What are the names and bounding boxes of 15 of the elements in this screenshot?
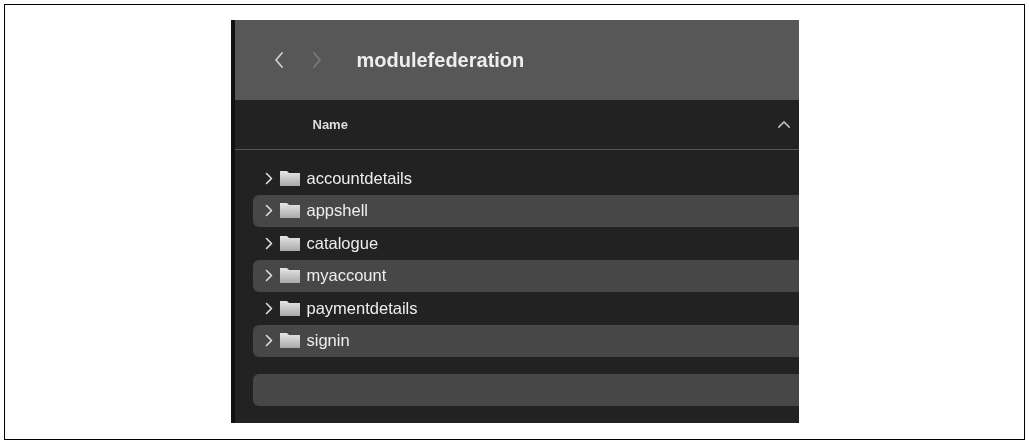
file-name[interactable]: appshell [306,198,368,224]
folder-icon [278,202,301,220]
folder-icon [278,169,301,187]
folder-icon [278,234,301,252]
folder-icon [278,332,301,350]
folder-icon [278,299,301,317]
file-name[interactable]: myaccount [306,263,387,289]
back-button[interactable] [272,51,285,69]
column-header[interactable]: Name [312,114,777,135]
file-name[interactable]: catalogue [306,230,379,256]
file-name[interactable]: paymentdetails [306,295,418,321]
folder-icon [278,267,301,285]
file-name[interactable]: accountdetails [306,165,412,191]
file-name[interactable]: signin [306,328,350,354]
window-title: modulefederation [356,48,525,73]
